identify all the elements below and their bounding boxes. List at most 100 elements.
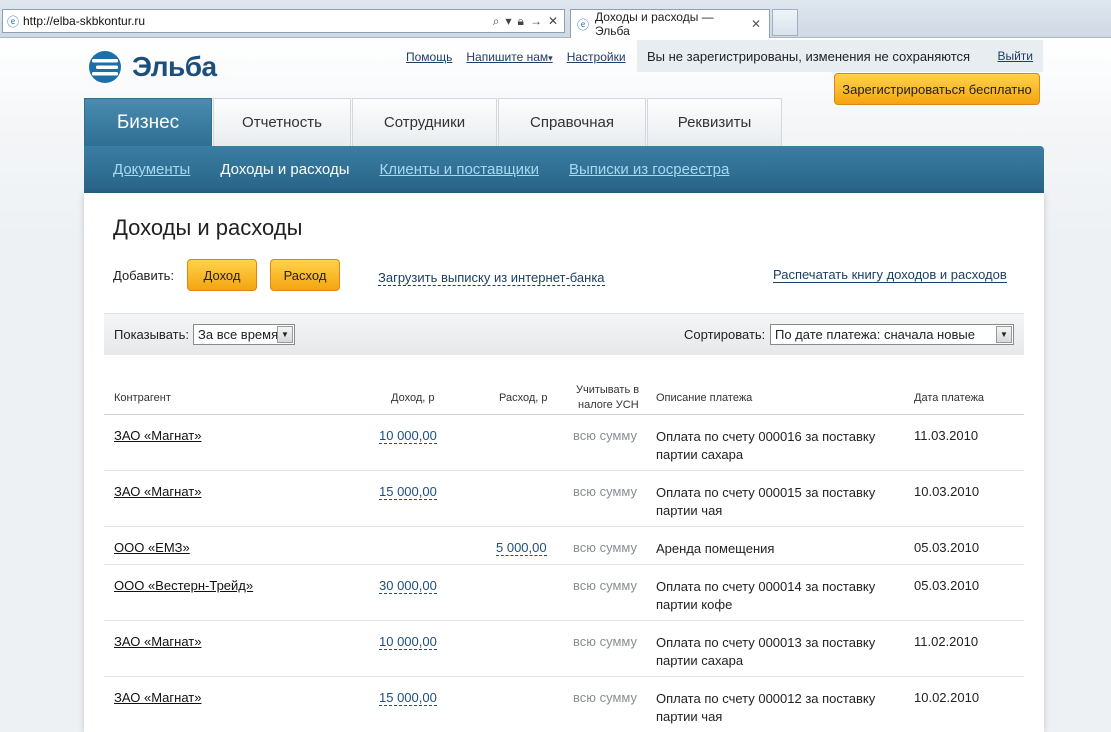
filter-bar: Показывать: За все время ▼ Сортировать: … (104, 313, 1024, 355)
settings-link[interactable]: Настройки (567, 50, 626, 64)
table-row[interactable]: ЗАО «Магнат» 10 000,00 всю сумму Оплата … (104, 415, 1024, 471)
col-income: Доход, р (391, 392, 435, 404)
payment-date: 11.03.2010 (914, 428, 979, 443)
desc-line1: Оплата по счету 000015 за поставку (656, 485, 876, 500)
logo[interactable]: Эльба (86, 50, 217, 84)
browser-tab[interactable]: ⓔ Доходы и расходы — Эльба ✕ (570, 9, 770, 38)
address-url[interactable]: http://elba-skbkontur.ru (23, 14, 493, 28)
dropdown-arrow-icon[interactable]: ▼ (996, 326, 1012, 343)
subnav-income-expenses[interactable]: Доходы и расходы (220, 161, 349, 178)
tab-requisites[interactable]: Реквизиты (647, 98, 782, 146)
table-header: Контрагент Доход, р Расход, р Учитывать … (104, 375, 1024, 415)
desc-line2: партии сахара (656, 447, 744, 462)
subnav-clients[interactable]: Клиенты и поставщики (379, 161, 539, 178)
notice-text: Вы не зарегистрированы, изменения не сох… (647, 48, 971, 64)
table-row[interactable]: ЗАО «Магнат» 15 000,00 всю сумму Оплата … (104, 677, 1024, 732)
ie-icon: ⓔ (577, 17, 590, 32)
exit-link[interactable]: Выйти (997, 49, 1033, 63)
logo-text: Эльба (132, 51, 217, 82)
col-description: Описание платежа (656, 392, 753, 404)
elba-logo-icon (89, 51, 121, 83)
contact-link[interactable]: Напишите нам▾ (466, 50, 552, 64)
dropdown-arrow-icon[interactable]: ▼ (277, 326, 293, 343)
ie-icon: ⓔ (6, 14, 19, 29)
dropdown-icon[interactable]: ▾ (506, 14, 512, 29)
add-expense-button[interactable]: Расход (270, 259, 340, 291)
usn-value[interactable]: всю сумму (573, 540, 637, 555)
tab-reports[interactable]: Отчетность (213, 98, 351, 146)
sub-nav: Документы Доходы и расходы Клиенты и пос… (84, 146, 1044, 193)
show-label: Показывать: (114, 327, 189, 342)
tab-employees[interactable]: Сотрудники (352, 98, 497, 146)
payment-description: Оплата по счету 000015 за поставку партии… (656, 484, 886, 520)
counterparty-link[interactable]: ЗАО «Магнат» (114, 634, 201, 649)
desc-line1: Оплата по счету 000012 за поставку (656, 691, 876, 706)
period-value: За все время (198, 327, 279, 342)
payment-date: 10.03.2010 (914, 484, 980, 499)
desc-line2: партии чая (656, 503, 723, 518)
subnav-documents[interactable]: Документы (113, 161, 190, 178)
contact-link-label: Напишите нам (466, 50, 549, 64)
table-row[interactable]: ЗАО «Магнат» 15 000,00 всю сумму Оплата … (104, 471, 1024, 527)
counterparty-link[interactable]: ЗАО «Магнат» (114, 484, 201, 499)
payment-date: 11.02.2010 (914, 634, 979, 649)
upload-statement-link[interactable]: Загрузить выписку из интернет-банка (378, 270, 605, 286)
usn-value[interactable]: всю сумму (573, 690, 637, 705)
usn-value[interactable]: всю сумму (573, 578, 637, 593)
search-icon[interactable]: ⌕ (493, 14, 500, 29)
counterparty-link[interactable]: ЗАО «Магнат» (114, 690, 201, 705)
payment-date: 05.03.2010 (914, 540, 980, 555)
help-link[interactable]: Помощь (406, 50, 452, 64)
desc-line1: Оплата по счету 000016 за поставку (656, 429, 876, 444)
tab-close-icon[interactable]: ✕ (751, 17, 769, 31)
income-amount[interactable]: 15 000,00 (379, 484, 437, 500)
sort-label: Сортировать: (684, 327, 766, 342)
usn-value[interactable]: всю сумму (573, 484, 637, 499)
sort-value: По дате платежа: сначала новые (775, 327, 975, 342)
income-amount[interactable]: 30 000,00 (379, 578, 437, 594)
table-row[interactable]: ООО «Вестерн-Трейд» 30 000,00 всю сумму … (104, 565, 1024, 621)
usn-value[interactable]: всю сумму (573, 634, 637, 649)
period-select[interactable]: За все время ▼ (193, 324, 295, 345)
col-date: Дата платежа (914, 392, 985, 404)
page-title: Доходы и расходы (113, 215, 303, 240)
add-income-button[interactable]: Доход (187, 259, 257, 291)
desc-line1: Оплата по счету 000013 за поставку (656, 635, 876, 650)
register-button[interactable]: Зарегистрироваться бесплатно (834, 73, 1040, 105)
col-usn-line1: Учитывать в (576, 384, 640, 396)
income-amount[interactable]: 10 000,00 (379, 428, 437, 444)
payment-date: 05.03.2010 (914, 578, 980, 593)
content-panel: Доходы и расходы Добавить: Доход Расход … (84, 193, 1044, 732)
payment-description: Оплата по счету 000012 за поставку партии… (656, 690, 886, 726)
subnav-registry[interactable]: Выписки из госреестра (569, 161, 729, 178)
payment-description: Оплата по счету 000016 за поставку партии… (656, 428, 886, 464)
payment-date: 10.02.2010 (914, 690, 980, 705)
counterparty-link[interactable]: ООО «ЕМЗ» (114, 540, 190, 555)
print-book-link[interactable]: Распечатать книгу доходов и расходов (773, 267, 1007, 283)
income-amount[interactable]: 15 000,00 (379, 690, 437, 706)
address-bar[interactable]: ⓔ http://elba-skbkontur.ru ⌕ ▾ 🔒︎ → ✕ (2, 9, 565, 33)
go-icon[interactable]: → (530, 14, 542, 29)
tab-reference[interactable]: Справочная (498, 98, 646, 146)
main-tabs: Бизнес Отчетность Сотрудники Справочная … (84, 98, 783, 146)
close-icon[interactable]: ✕ (548, 14, 558, 29)
expense-amount[interactable]: 5 000,00 (496, 540, 547, 556)
desc-line1: Оплата по счету 000014 за поставку (656, 579, 876, 594)
new-tab-button[interactable] (772, 9, 798, 36)
table-row[interactable]: ООО «ЕМЗ» 5 000,00 всю сумму Аренда поме… (104, 527, 1024, 565)
page: Эльба Помощь Напишите нам▾ Настройки Вы … (0, 38, 1111, 732)
usn-value[interactable]: всю сумму (573, 428, 637, 443)
counterparty-link[interactable]: ООО «Вестерн-Трейд» (114, 578, 253, 593)
desc-line2: партии кофе (656, 597, 733, 612)
table-row[interactable]: ЗАО «Магнат» 10 000,00 всю сумму Оплата … (104, 621, 1024, 677)
top-links: Помощь Напишите нам▾ Настройки (406, 50, 626, 64)
lock-icon[interactable]: 🔒︎ (518, 14, 524, 29)
tab-business[interactable]: Бизнес (84, 98, 212, 146)
income-amount[interactable]: 10 000,00 (379, 634, 437, 650)
payment-description: Оплата по счету 000013 за поставку партии… (656, 634, 886, 670)
sort-select[interactable]: По дате платежа: сначала новые ▼ (770, 324, 1014, 345)
desc-line2: партии сахара (656, 653, 744, 668)
add-label: Добавить: (113, 268, 175, 283)
payment-description: Оплата по счету 000014 за поставку партии… (656, 578, 886, 614)
counterparty-link[interactable]: ЗАО «Магнат» (114, 428, 201, 443)
